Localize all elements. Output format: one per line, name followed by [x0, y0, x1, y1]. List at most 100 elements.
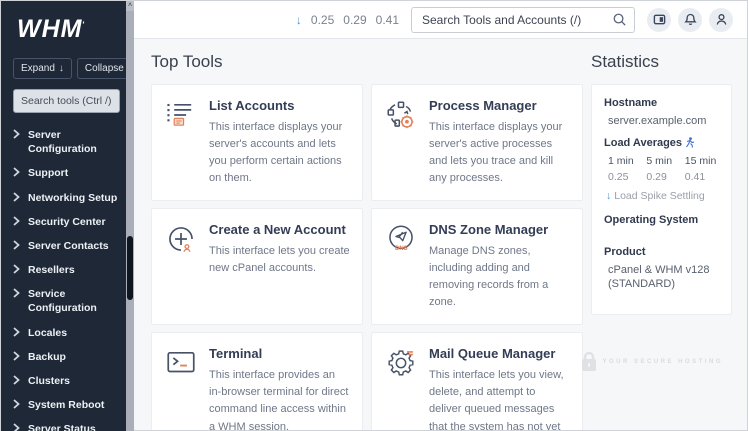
chevron-right-icon [13, 192, 20, 202]
chevron-right-icon [13, 327, 20, 337]
expand-all-button[interactable]: Expand ↓ [13, 58, 72, 79]
card-title: Process Manager [429, 98, 570, 113]
spike-down-arrow-icon: ↓ [606, 190, 611, 202]
sidebar: WHM′ Expand ↓ Collapse ↑ Server Configur… [1, 1, 134, 431]
whm-logo-text: WHM [17, 15, 82, 43]
load-col-15min: 15 min [685, 155, 719, 167]
dns-zone-icon: DNS [384, 222, 418, 256]
sidebar-item-label: Resellers [28, 263, 75, 277]
load-down-arrow-icon: ↓ [296, 13, 302, 27]
card-title: DNS Zone Manager [429, 222, 570, 237]
user-icon [715, 13, 728, 26]
load-spike-status: ↓ Load Spike Settling [606, 190, 719, 202]
sidebar-item-clusters[interactable]: Clusters [13, 369, 120, 393]
card-terminal[interactable]: Terminal This interface provides an in-b… [151, 332, 363, 430]
sidebar-item-label: Service Configuration [28, 287, 120, 315]
feature-showcase-button[interactable] [647, 8, 671, 32]
scrollbar-up-arrow-icon[interactable]: ˄ [126, 1, 134, 11]
sidebar-item-label: Support [28, 166, 68, 180]
sidebar-item-label: System Reboot [28, 398, 104, 412]
load-averages-label: Load Averages [604, 137, 719, 149]
card-title: List Accounts [209, 98, 350, 113]
sidebar-item-backup[interactable]: Backup [13, 345, 120, 369]
content-area: Top Tools List Acco [134, 39, 747, 430]
statistics-panel: Statistics Hostname server.example.com L… [591, 52, 732, 430]
card-list-accounts[interactable]: List Accounts This interface displays yo… [151, 84, 363, 201]
card-description: This interface displays your server's ac… [209, 119, 350, 187]
top-tools-cards: List Accounts This interface displays yo… [151, 84, 583, 430]
card-create-new-account[interactable]: Create a New Account This interface lets… [151, 208, 363, 325]
product-label: Product [604, 246, 719, 258]
main-column: ↓ 0.25 0.29 0.41 Top Tools [134, 1, 747, 430]
user-profile-button[interactable] [709, 8, 733, 32]
search-icon[interactable] [612, 12, 627, 27]
chevron-right-icon [13, 216, 20, 226]
load-col-1min: 1 min [608, 155, 636, 167]
sidebar-search-input[interactable] [13, 89, 120, 113]
sidebar-item-service-configuration[interactable]: Service Configuration [13, 282, 120, 320]
chevron-right-icon [13, 129, 20, 139]
load-val-1min: 0.25 [608, 171, 636, 183]
create-account-icon [164, 222, 198, 256]
sidebar-item-label: Security Center [28, 215, 106, 229]
sidebar-item-server-status[interactable]: Server Status [13, 417, 120, 431]
product-value-line1: cPanel & WHM v128 [608, 264, 719, 276]
load-val-5min: 0.29 [646, 171, 674, 183]
sidebar-item-support[interactable]: Support [13, 161, 120, 185]
sidebar-nav: Server Configuration Support Networking … [13, 123, 120, 431]
card-title: Terminal [209, 346, 350, 361]
chevron-right-icon [13, 399, 20, 409]
hostname-value: server.example.com [608, 115, 719, 127]
load-averages-table: 1 min 5 min 15 min 0.25 0.29 0.41 [608, 155, 719, 183]
chevron-right-icon [13, 375, 20, 385]
card-mail-queue-manager[interactable]: Mail Queue Manager This interface lets y… [371, 332, 583, 430]
sidebar-item-label: Backup [28, 350, 66, 364]
card-process-manager[interactable]: Process Manager This interface displays … [371, 84, 583, 201]
sidebar-item-locales[interactable]: Locales [13, 321, 120, 345]
load-15min: 0.41 [376, 13, 399, 27]
panel-grid-icon [653, 13, 666, 26]
list-accounts-icon [164, 98, 198, 132]
card-dns-zone-manager[interactable]: DNS DNS Zone Manager Manage DNS zones, i… [371, 208, 583, 325]
load-averages-label-text: Load Averages [604, 137, 682, 149]
bell-icon [684, 13, 697, 26]
statistics-title: Statistics [591, 52, 732, 72]
header-search [411, 7, 635, 33]
sidebar-item-label: Server Contacts [28, 239, 109, 253]
whm-logo[interactable]: WHM′ [17, 15, 120, 44]
sidebar-item-label: Server Status [28, 422, 96, 431]
sidebar-item-server-contacts[interactable]: Server Contacts [13, 234, 120, 258]
sidebar-item-label: Locales [28, 326, 67, 340]
sidebar-item-server-configuration[interactable]: Server Configuration [13, 123, 120, 161]
sidebar-item-system-reboot[interactable]: System Reboot [13, 393, 120, 417]
top-header: ↓ 0.25 0.29 0.41 [134, 1, 747, 39]
load-1min: 0.25 [311, 13, 334, 27]
logo-trademark: ′ [82, 21, 85, 30]
sidebar-scrollbar-thumb[interactable] [127, 236, 133, 300]
chevron-right-icon [13, 167, 20, 177]
sidebar-scrollbar[interactable]: ˄ [126, 1, 134, 431]
notifications-button[interactable] [678, 8, 702, 32]
chevron-right-icon [13, 264, 20, 274]
collapse-label: Collapse [85, 63, 124, 74]
load-val-15min: 0.41 [685, 171, 719, 183]
arrow-down-icon: ↓ [59, 63, 64, 74]
process-manager-icon [384, 98, 418, 132]
card-title: Create a New Account [209, 222, 350, 237]
operating-system-label: Operating System [604, 214, 719, 226]
card-title: Mail Queue Manager [429, 346, 570, 361]
sidebar-item-resellers[interactable]: Resellers [13, 258, 120, 282]
card-description: This interface lets you view, delete, an… [429, 367, 570, 430]
chevron-right-icon [13, 240, 20, 250]
card-description: Manage DNS zones, including adding and r… [429, 243, 570, 311]
sidebar-item-security-center[interactable]: Security Center [13, 210, 120, 234]
sidebar-item-networking-setup[interactable]: Networking Setup [13, 186, 120, 210]
svg-text:DNS: DNS [395, 246, 408, 252]
header-search-input[interactable] [411, 7, 635, 33]
chevron-right-icon [13, 351, 20, 361]
header-load-averages[interactable]: ↓ 0.25 0.29 0.41 [296, 13, 399, 27]
sidebar-item-label: Clusters [28, 374, 70, 388]
load-col-5min: 5 min [646, 155, 674, 167]
top-tools-title: Top Tools [151, 52, 583, 72]
load-runner-icon [685, 137, 694, 148]
